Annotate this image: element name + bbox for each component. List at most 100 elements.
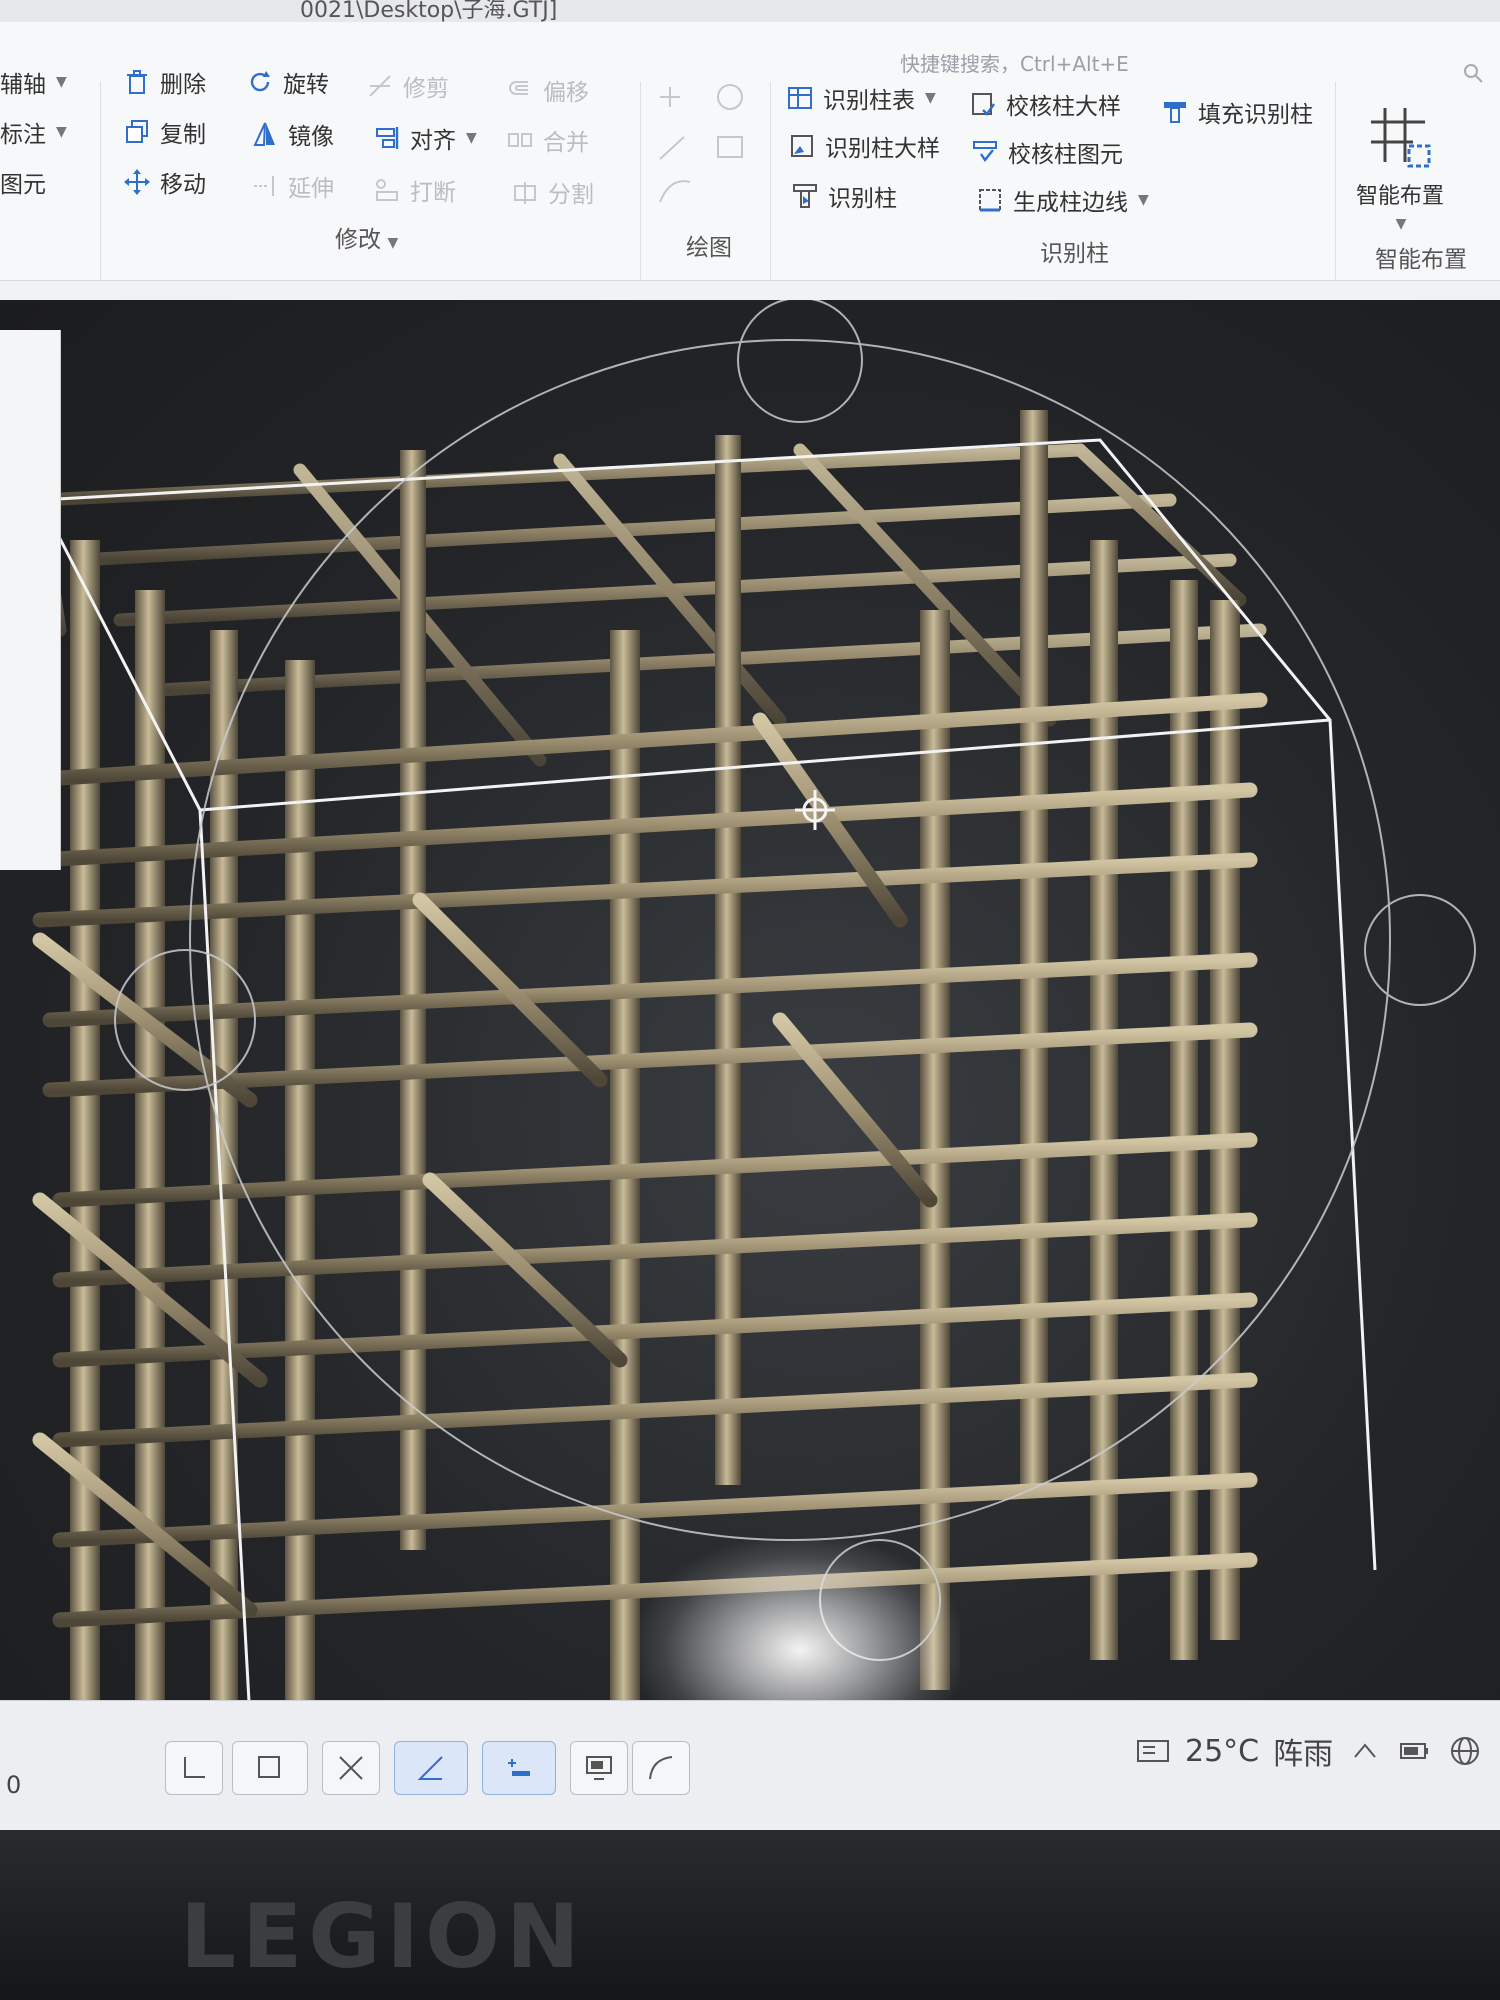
- laptop-brand-logo: LEGION: [180, 1885, 586, 1988]
- modify-group-label[interactable]: 修改 ▼: [335, 220, 398, 254]
- move-icon: [122, 167, 152, 197]
- move-button[interactable]: 移动: [122, 164, 206, 200]
- smart-layout-button[interactable]: 智能布置 ▼: [1345, 102, 1455, 232]
- auxiliary-axis-label: 辅轴: [0, 72, 46, 98]
- globe-icon[interactable]: [1447, 1733, 1483, 1769]
- check-column-detail-label: 校核柱大样: [1006, 94, 1121, 120]
- chevron-down-icon: ▼: [466, 130, 477, 146]
- display-settings-button[interactable]: [570, 1741, 628, 1795]
- check-column-detail-button[interactable]: 校核柱大样: [968, 86, 1121, 122]
- chevron-down-icon: ▼: [56, 124, 67, 140]
- detail-icon: [787, 131, 817, 161]
- identify-column-group-label: 识别柱: [1040, 241, 1109, 267]
- chevron-down-icon: ▼: [925, 90, 936, 106]
- check-detail-icon: [968, 89, 998, 119]
- identify-column-button[interactable]: 识别柱: [790, 178, 897, 214]
- mirror-icon: [250, 119, 280, 149]
- snap-offset-button[interactable]: [482, 1741, 556, 1795]
- draw-group-label: 绘图: [686, 235, 732, 261]
- side-panel-edge: [0, 330, 61, 870]
- split-label: 分割: [548, 182, 594, 208]
- trim-button[interactable]: 修剪: [365, 68, 449, 104]
- annotation-label: 标注: [0, 122, 46, 148]
- move-label: 移动: [160, 172, 206, 198]
- offset-snap-icon: [508, 1759, 530, 1776]
- orthogonal-icon: [184, 1757, 205, 1778]
- draw-tools-icons[interactable]: [650, 77, 750, 227]
- snap-rectangle-button[interactable]: [232, 1741, 308, 1795]
- split-icon: [510, 177, 540, 207]
- battery-icon[interactable]: [1397, 1733, 1433, 1769]
- command-search-hint[interactable]: 快捷键搜索，Ctrl+Alt+E: [900, 48, 1129, 77]
- arc-tool-button[interactable]: [632, 1741, 690, 1795]
- snap-intersection-button[interactable]: [322, 1741, 380, 1795]
- rotate-button[interactable]: 旋转: [245, 64, 329, 100]
- window-title: 0021\Desktop\子海.GTJ]: [0, 0, 1500, 22]
- rebar-cage-model[interactable]: [0, 300, 1500, 1780]
- rectangle-select-icon: [258, 1756, 280, 1778]
- check-column-element-button[interactable]: 校核柱图元: [970, 134, 1123, 170]
- ribbon-element[interactable]: 图元: [0, 164, 46, 200]
- fill-identify-column-button[interactable]: 填充识别柱: [1160, 94, 1313, 130]
- identify-column-detail-button[interactable]: 识别柱大样: [787, 128, 940, 164]
- weather-icon[interactable]: [1135, 1733, 1171, 1769]
- break-button[interactable]: 打断: [372, 172, 456, 208]
- chevron-down-icon: ▼: [1395, 216, 1407, 232]
- column-icon: [790, 181, 820, 211]
- extend-label: 延伸: [288, 176, 334, 202]
- align-button[interactable]: 对齐 ▼: [372, 120, 477, 156]
- snap-angle-button[interactable]: [394, 1741, 468, 1795]
- search-icon[interactable]: [1462, 62, 1484, 84]
- generate-column-edge-button[interactable]: 生成柱边线 ▼: [975, 182, 1149, 218]
- identify-column-table-button[interactable]: 识别柱表 ▼: [785, 80, 936, 116]
- chevron-down-icon: ▼: [383, 235, 399, 251]
- copy-button[interactable]: 复制: [122, 114, 206, 150]
- rotate-icon: [245, 67, 275, 97]
- split-button[interactable]: 分割: [510, 174, 594, 210]
- chevron-up-icon[interactable]: [1347, 1733, 1383, 1769]
- group-divider: [100, 82, 101, 282]
- table-icon: [785, 83, 815, 113]
- align-icon: [372, 123, 402, 153]
- extend-icon: [250, 171, 280, 201]
- merge-label: 合并: [543, 130, 589, 156]
- chevron-down-icon: ▼: [56, 74, 67, 90]
- rotate-label: 旋转: [283, 72, 329, 98]
- snap-orthogonal-button[interactable]: [165, 1741, 223, 1795]
- arc-icon: [649, 1756, 673, 1780]
- weather-description: 阵雨: [1273, 1737, 1334, 1772]
- ribbon-annotation[interactable]: 标注 ▼: [0, 114, 67, 150]
- identify-column-detail-label: 识别柱大样: [825, 136, 940, 162]
- element-label: 图元: [0, 172, 46, 198]
- monitor-icon: [586, 1756, 612, 1780]
- break-label: 打断: [410, 180, 456, 206]
- trim-icon: [365, 71, 395, 101]
- trim-label: 修剪: [403, 76, 449, 102]
- offset-label: 偏移: [543, 80, 589, 106]
- generate-column-edge-label: 生成柱边线: [1013, 190, 1128, 216]
- ribbon-auxiliary-axis[interactable]: 辅轴 ▼: [0, 64, 67, 100]
- offset-button[interactable]: 偏移: [505, 72, 589, 108]
- 3d-viewport[interactable]: [0, 300, 1500, 1780]
- trash-icon: [122, 67, 152, 97]
- system-tray: 25°C 阵雨: [1135, 1729, 1483, 1773]
- check-column-element-label: 校核柱图元: [1008, 142, 1123, 168]
- align-label: 对齐: [410, 128, 456, 154]
- status-bar: 0 25°C 阵雨: [0, 1700, 1500, 1830]
- intersection-icon: [339, 1756, 363, 1780]
- monitor-screen: 0021\Desktop\子海.GTJ] 快捷键搜索，Ctrl+Alt+E 辅轴…: [0, 0, 1500, 1830]
- edge-line-icon: [975, 185, 1005, 215]
- group-divider: [640, 82, 641, 282]
- delete-button[interactable]: 删除: [122, 64, 206, 100]
- fill-identify-column-label: 填充识别柱: [1198, 102, 1313, 128]
- offset-icon: [505, 75, 535, 105]
- merge-icon: [505, 125, 535, 155]
- delete-label: 删除: [160, 72, 206, 98]
- angle-icon: [417, 1756, 443, 1780]
- mirror-label: 镜像: [288, 124, 334, 150]
- mirror-button[interactable]: 镜像: [250, 116, 334, 152]
- extend-button[interactable]: 延伸: [250, 168, 334, 204]
- merge-button[interactable]: 合并: [505, 122, 589, 158]
- ribbon-toolbar: 快捷键搜索，Ctrl+Alt+E 辅轴 ▼ 标注 ▼ 图元 删除 旋转 修剪 偏移 …: [0, 22, 1500, 282]
- chevron-down-icon: ▼: [1138, 192, 1149, 208]
